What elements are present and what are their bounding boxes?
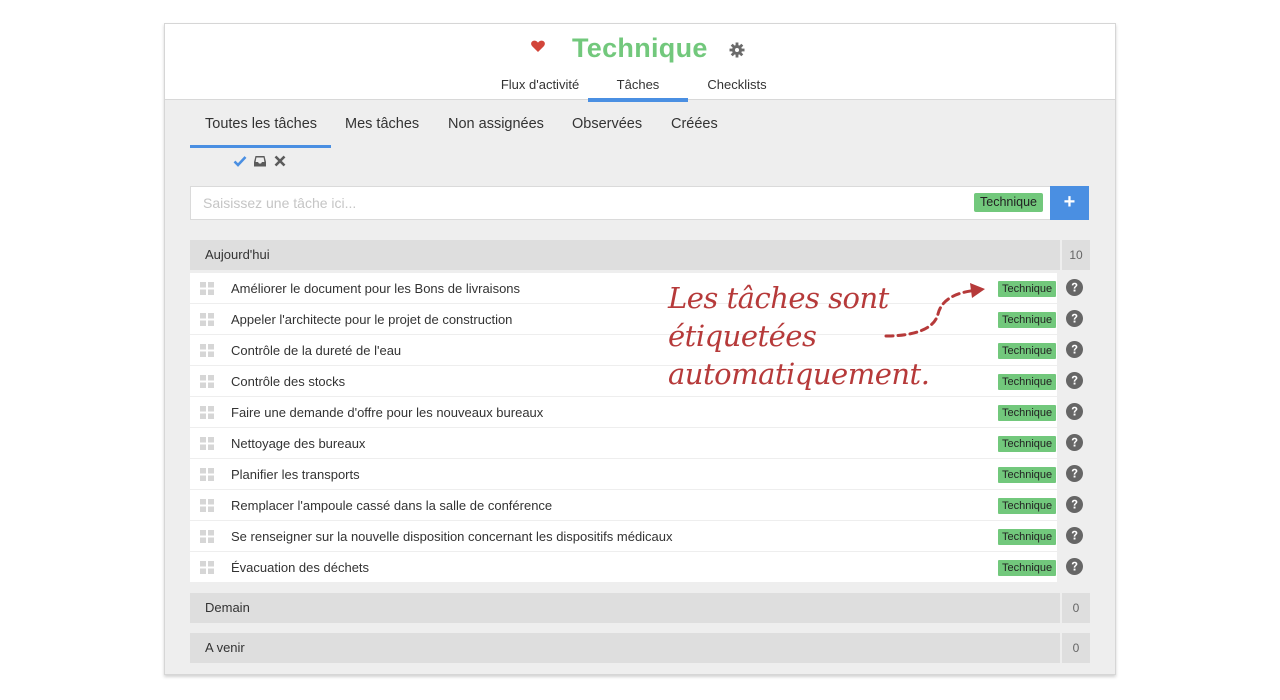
drag-handle-icon[interactable]	[200, 313, 214, 326]
task-row[interactable]: Évacuation des déchets Technique	[190, 552, 1083, 582]
drag-handle-icon[interactable]	[200, 344, 214, 357]
drag-handle-icon[interactable]	[200, 375, 214, 388]
add-task-button[interactable]: +	[1050, 186, 1089, 220]
help-icon[interactable]	[1066, 496, 1083, 513]
app-header: Technique Flux d'activité Tâches Checkli…	[165, 24, 1115, 102]
drag-handle-icon[interactable]	[200, 282, 214, 295]
page-title: Technique	[572, 33, 708, 63]
tasks-window: Technique Flux d'activité Tâches Checkli…	[164, 23, 1116, 675]
annotation-line: automatiquement.	[668, 357, 930, 391]
task-tag[interactable]: Technique	[998, 560, 1057, 576]
drag-handle-icon[interactable]	[200, 468, 214, 481]
tab-tasks[interactable]: Tâches	[588, 77, 688, 102]
help-icon[interactable]	[1066, 279, 1083, 296]
close-icon[interactable]	[273, 154, 287, 168]
task-tag[interactable]: Technique	[998, 467, 1057, 483]
help-icon[interactable]	[1066, 403, 1083, 420]
task-label[interactable]: Évacuation des déchets	[231, 560, 369, 575]
inbox-icon[interactable]	[253, 154, 267, 168]
input-tag[interactable]: Technique	[974, 193, 1043, 212]
help-icon[interactable]	[1066, 434, 1083, 451]
drag-handle-icon[interactable]	[200, 530, 214, 543]
task-label[interactable]: Contrôle de la dureté de l'eau	[231, 343, 401, 358]
group-count: 0	[1060, 593, 1090, 623]
task-row[interactable]: Nettoyage des bureaux Technique	[190, 428, 1083, 458]
subtab-created[interactable]: Créées	[671, 116, 718, 132]
task-tag[interactable]: Technique	[998, 529, 1057, 545]
group-count: 10	[1060, 240, 1090, 270]
help-icon[interactable]	[1066, 341, 1083, 358]
active-subtab-indicator	[190, 145, 331, 148]
subtab-all-tasks[interactable]: Toutes les tâches	[205, 116, 317, 132]
task-row[interactable]: Remplacer l'ampoule cassé dans la salle …	[190, 490, 1083, 520]
task-tag[interactable]: Technique	[998, 436, 1057, 452]
group-label: Demain	[205, 600, 250, 615]
task-label[interactable]: Planifier les transports	[231, 467, 360, 482]
task-tag[interactable]: Technique	[998, 498, 1057, 514]
subtab-unassigned[interactable]: Non assignées	[448, 116, 544, 132]
group-count: 0	[1060, 633, 1090, 663]
task-tag[interactable]: Technique	[998, 405, 1057, 421]
group-label: A venir	[205, 640, 245, 655]
help-icon[interactable]	[1066, 558, 1083, 575]
group-tomorrow[interactable]: Demain 0	[190, 593, 1090, 623]
task-label[interactable]: Se renseigner sur la nouvelle dispositio…	[231, 529, 673, 544]
subtab-my-tasks[interactable]: Mes tâches	[345, 116, 419, 132]
task-tag[interactable]: Technique	[998, 281, 1057, 297]
subtab-followed[interactable]: Observées	[572, 116, 642, 132]
task-row[interactable]: Se renseigner sur la nouvelle dispositio…	[190, 521, 1083, 551]
drag-handle-icon[interactable]	[200, 499, 214, 512]
filter-icons	[233, 154, 287, 168]
gear-icon[interactable]	[729, 42, 745, 58]
drag-handle-icon[interactable]	[200, 437, 214, 450]
task-label[interactable]: Nettoyage des bureaux	[231, 436, 365, 451]
task-tag[interactable]: Technique	[998, 343, 1057, 359]
help-icon[interactable]	[1066, 372, 1083, 389]
group-today[interactable]: Aujourd'hui 10	[190, 240, 1090, 270]
heart-icon[interactable]	[530, 38, 546, 54]
group-upcoming[interactable]: A venir 0	[190, 633, 1090, 663]
tab-checklists[interactable]: Checklists	[687, 77, 787, 99]
task-row[interactable]: Planifier les transports Technique	[190, 459, 1083, 489]
task-label[interactable]: Contrôle des stocks	[231, 374, 345, 389]
task-row[interactable]: Faire une demande d'offre pour les nouve…	[190, 397, 1083, 427]
task-label[interactable]: Améliorer le document pour les Bons de l…	[231, 281, 520, 296]
check-icon[interactable]	[233, 154, 247, 168]
task-tag[interactable]: Technique	[998, 374, 1057, 390]
help-icon[interactable]	[1066, 465, 1083, 482]
task-input-box: Technique	[190, 186, 1051, 220]
group-label: Aujourd'hui	[205, 247, 270, 262]
task-label[interactable]: Remplacer l'ampoule cassé dans la salle …	[231, 498, 552, 513]
drag-handle-icon[interactable]	[200, 406, 214, 419]
help-icon[interactable]	[1066, 527, 1083, 544]
annotation-arrow-icon	[884, 283, 985, 338]
task-label[interactable]: Appeler l'architecte pour le projet de c…	[231, 312, 512, 327]
help-icon[interactable]	[1066, 310, 1083, 327]
tab-activity-feed[interactable]: Flux d'activité	[490, 77, 590, 99]
drag-handle-icon[interactable]	[200, 561, 214, 574]
task-input[interactable]	[191, 187, 961, 219]
task-label[interactable]: Faire une demande d'offre pour les nouve…	[231, 405, 543, 420]
task-tag[interactable]: Technique	[998, 312, 1057, 328]
